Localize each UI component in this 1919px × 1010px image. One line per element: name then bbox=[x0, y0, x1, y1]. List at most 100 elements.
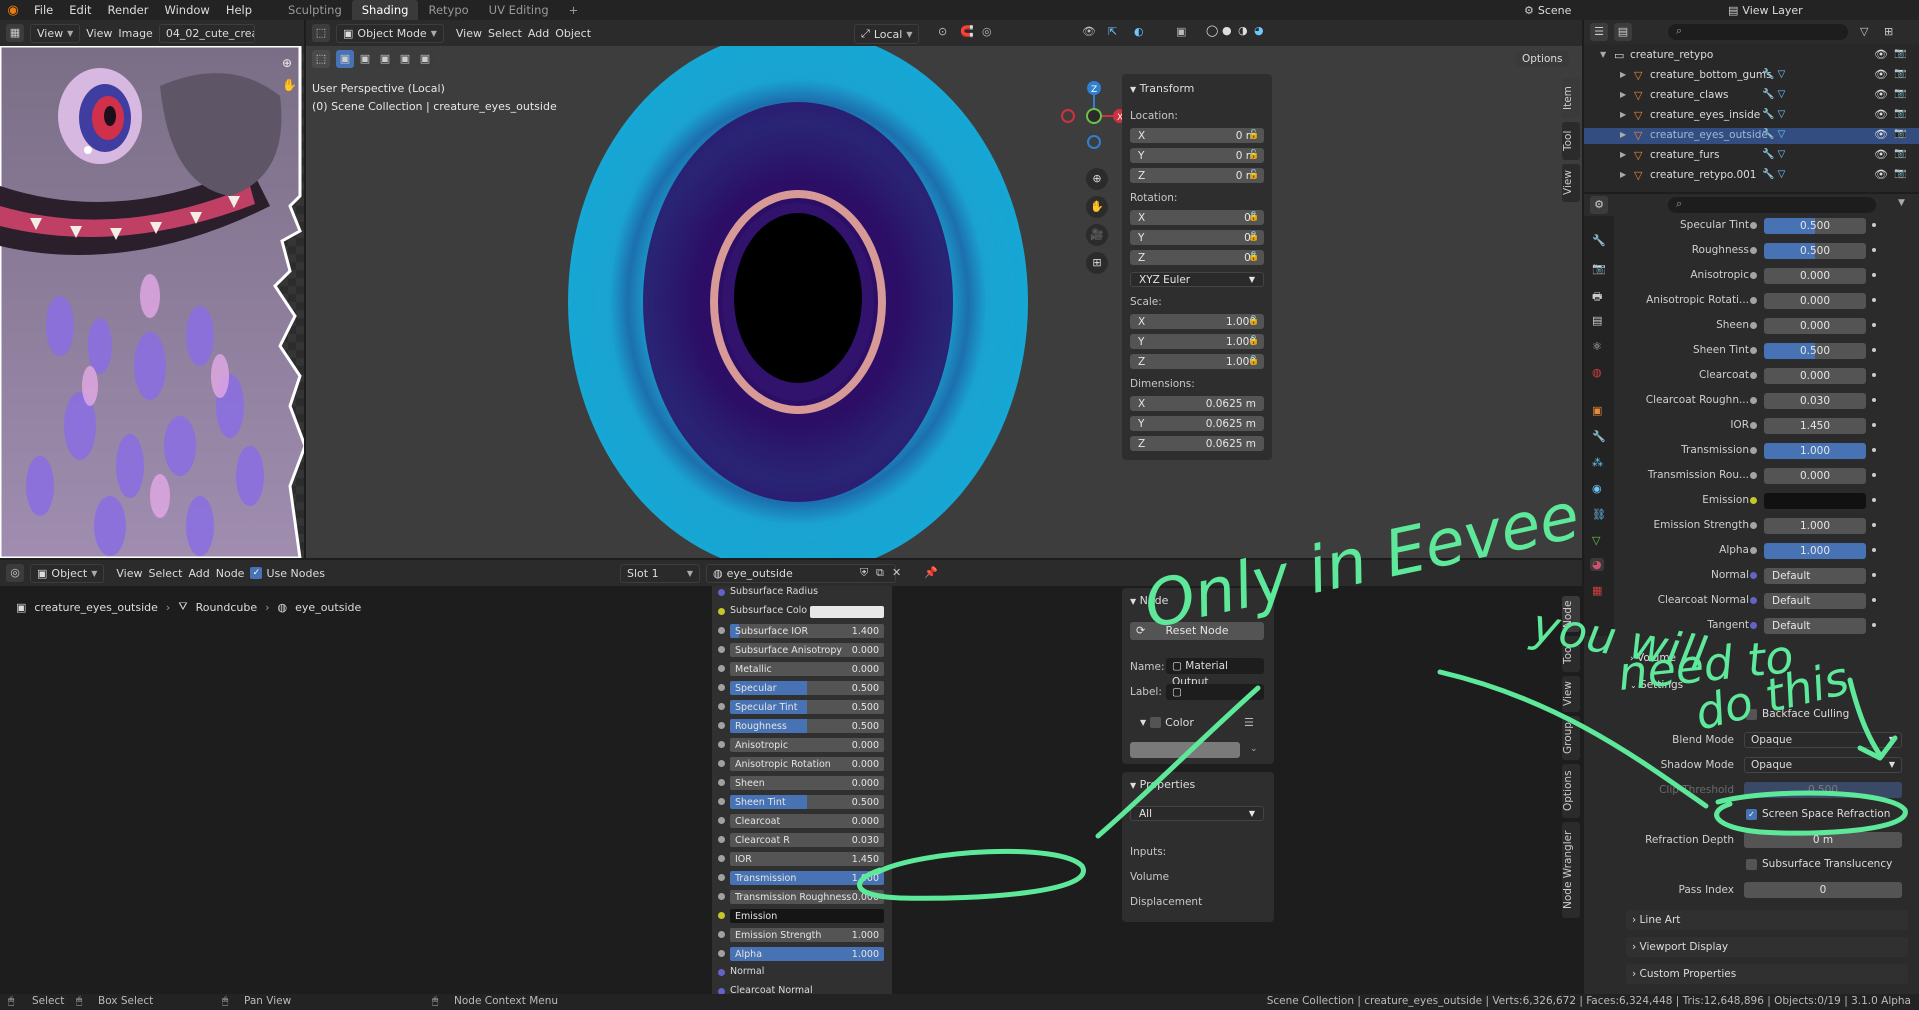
property-value-field[interactable]: 0.500 bbox=[1764, 218, 1866, 234]
keyframe-dot-icon[interactable] bbox=[1872, 248, 1876, 252]
tab-item[interactable]: Item bbox=[1562, 78, 1580, 118]
image-selector[interactable]: 04_02_cute_creature_ bbox=[158, 23, 255, 43]
chevron-right-icon[interactable]: ▶ bbox=[1620, 70, 1626, 79]
navigation-gizmo[interactable]: Z X bbox=[1056, 76, 1126, 156]
gizmo-icon[interactable]: ⇱ bbox=[1108, 25, 1117, 38]
tab-group[interactable]: Group bbox=[1562, 716, 1580, 760]
world-tab-icon[interactable]: ◍ bbox=[1592, 366, 1602, 379]
keyframe-dot-icon[interactable] bbox=[1872, 223, 1876, 227]
rotation-z-field[interactable]: Z 0° bbox=[1130, 250, 1264, 265]
rotation-x-field[interactable]: X 0° bbox=[1130, 210, 1264, 225]
select-intersect-icon[interactable]: ▣ bbox=[416, 50, 434, 68]
property-value-field[interactable]: Default bbox=[1764, 618, 1866, 634]
node-input-row[interactable]: Metallic 0.000 bbox=[716, 662, 886, 676]
lock-icon[interactable]: 🔓 bbox=[1248, 130, 1259, 140]
properties-search-input[interactable]: ⌕ bbox=[1668, 197, 1876, 213]
input-slider[interactable]: Clearcoat R 0.030 bbox=[730, 833, 884, 847]
socket-dot[interactable] bbox=[1750, 522, 1757, 529]
keyframe-dot-icon[interactable] bbox=[1872, 573, 1876, 577]
node-input-row[interactable]: Subsurface Radius bbox=[716, 586, 886, 600]
property-value-field[interactable]: 1.000 bbox=[1764, 518, 1866, 534]
checkbox[interactable] bbox=[1150, 717, 1162, 728]
breadcrumb-material[interactable]: eye_outside bbox=[295, 601, 361, 614]
chevron-right-icon[interactable]: ▶ bbox=[1620, 130, 1626, 139]
snap-icon[interactable]: 🧲 bbox=[960, 25, 974, 38]
camera-icon[interactable]: 📷 bbox=[1894, 108, 1906, 119]
property-value-field[interactable]: 0.000 bbox=[1764, 268, 1866, 284]
eye-icon[interactable]: 👁 bbox=[1874, 128, 1888, 141]
eye-icon[interactable]: 👁 bbox=[1874, 48, 1888, 61]
scene-tab-icon[interactable]: ⚛ bbox=[1592, 340, 1602, 353]
socket-dot[interactable] bbox=[1750, 422, 1757, 429]
keyframe-dot-icon[interactable] bbox=[1872, 623, 1876, 627]
shading-material-icon[interactable]: ◑ bbox=[1238, 24, 1248, 37]
tab-node[interactable]: Node bbox=[1562, 596, 1580, 632]
socket-dot[interactable] bbox=[1750, 447, 1757, 454]
chevron-right-icon[interactable]: ▶ bbox=[1620, 150, 1626, 159]
input-slider[interactable]: Subsurface IOR 1.400 bbox=[730, 624, 884, 638]
camera-icon[interactable]: 📷 bbox=[1894, 68, 1906, 79]
input-slider[interactable]: Specular 0.500 bbox=[730, 681, 884, 695]
scale-y-field[interactable]: Y 1.000 bbox=[1130, 334, 1264, 349]
visibility-icon[interactable]: 👁 bbox=[1082, 25, 1096, 38]
node-input-row[interactable]: Transmission 1.000 bbox=[716, 871, 886, 885]
scene-selector[interactable]: ⚙ Scene bbox=[1524, 2, 1684, 18]
color-swatch[interactable] bbox=[810, 606, 884, 618]
chevron-down-icon[interactable]: ⌄ bbox=[1250, 744, 1258, 754]
viewport-display-section[interactable]: › Viewport Display bbox=[1626, 937, 1908, 957]
property-value-field[interactable]: 0.500 bbox=[1764, 243, 1866, 259]
input-slider[interactable]: Specular Tint 0.500 bbox=[730, 700, 884, 714]
socket-dot[interactable] bbox=[1750, 622, 1757, 629]
data-tab-icon[interactable]: ▽ bbox=[1592, 534, 1600, 547]
menu-render[interactable]: Render bbox=[100, 0, 157, 20]
add-workspace-button[interactable]: + bbox=[559, 0, 589, 20]
duplicate-icon[interactable]: ⧉ bbox=[876, 566, 884, 580]
input-slider[interactable]: Roughness 0.500 bbox=[730, 719, 884, 733]
input-socket[interactable] bbox=[718, 817, 725, 824]
property-value-field[interactable]: Default bbox=[1764, 593, 1866, 609]
input-slider[interactable]: Transmission 1.000 bbox=[730, 871, 884, 885]
input-socket[interactable] bbox=[718, 703, 725, 710]
pivot-icon[interactable]: ⊙ bbox=[938, 25, 947, 38]
properties-header[interactable]: ▼ Properties bbox=[1130, 778, 1195, 791]
location-x-field[interactable]: X0 m bbox=[1130, 128, 1264, 143]
node-input-row[interactable]: Subsurface Colo bbox=[716, 605, 886, 619]
subsurface-translucency-checkbox[interactable]: Subsurface Translucency bbox=[1746, 858, 1892, 870]
input-slider[interactable]: Metallic 0.000 bbox=[730, 662, 884, 676]
input-slider[interactable]: Emission bbox=[730, 909, 884, 923]
chevron-right-icon[interactable]: ▶ bbox=[1620, 170, 1626, 179]
pin-icon[interactable]: 📌 bbox=[924, 566, 938, 579]
node-input-row[interactable]: Clearcoat R 0.030 bbox=[716, 833, 886, 847]
camera-icon[interactable]: 📷 bbox=[1894, 88, 1906, 99]
keyframe-dot-icon[interactable] bbox=[1872, 473, 1876, 477]
menu-add[interactable]: Add bbox=[528, 27, 549, 40]
tab-view[interactable]: View bbox=[1562, 164, 1580, 202]
input-socket[interactable] bbox=[718, 836, 725, 843]
socket-dot[interactable] bbox=[1750, 322, 1757, 329]
input-socket[interactable] bbox=[718, 665, 725, 672]
editor-type-icon[interactable]: ⬚ bbox=[312, 24, 330, 42]
viewport-canvas[interactable]: ⬚ ▣ ▣ ▣ ▣ ▣ User Perspective (Local) (0)… bbox=[306, 46, 1582, 558]
node-input-row[interactable]: Sheen 0.000 bbox=[716, 776, 886, 790]
input-socket[interactable] bbox=[718, 855, 725, 862]
tool-tab-icon[interactable]: 🔧 bbox=[1592, 234, 1606, 247]
tab-shading[interactable]: Shading bbox=[351, 0, 419, 20]
input-socket[interactable] bbox=[718, 627, 725, 634]
node-section-header[interactable]: ▼ Node bbox=[1130, 594, 1168, 607]
lock-icon[interactable]: 🔓 bbox=[1248, 170, 1259, 180]
node-input-row[interactable]: Clearcoat 0.000 bbox=[716, 814, 886, 828]
socket-dot[interactable] bbox=[1750, 597, 1757, 604]
hand-icon[interactable]: ✋ bbox=[282, 78, 297, 92]
dimensions-y-field[interactable]: Y 0.0625 m bbox=[1130, 416, 1264, 431]
select-invert-icon[interactable]: ▣ bbox=[396, 50, 414, 68]
editor-type-icon[interactable]: ▦ bbox=[6, 24, 24, 42]
keyframe-dot-icon[interactable] bbox=[1872, 523, 1876, 527]
menu-object[interactable]: Object bbox=[555, 27, 591, 40]
node-input-row[interactable]: Specular 0.500 bbox=[716, 681, 886, 695]
outliner-search-input[interactable]: ⌕ bbox=[1668, 24, 1848, 40]
socket-dot[interactable] bbox=[1750, 547, 1757, 554]
menu-image[interactable]: Image bbox=[118, 27, 152, 40]
menu-select[interactable]: Select bbox=[149, 567, 183, 580]
chevron-down-icon[interactable]: ▼ bbox=[1600, 50, 1606, 59]
eye-icon[interactable]: 👁 bbox=[1874, 108, 1888, 121]
